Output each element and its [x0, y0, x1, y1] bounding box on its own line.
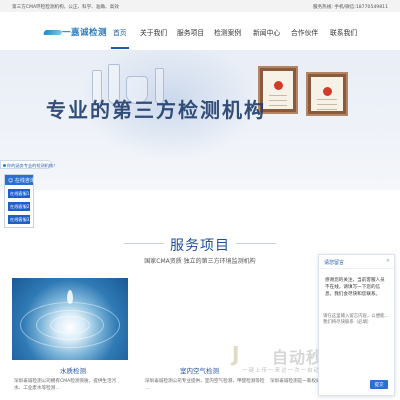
badge-dot-icon — [2, 163, 6, 167]
online-service-button-2[interactable]: 在线客服2 — [8, 202, 30, 211]
nav-item-partners[interactable]: 合作伙伴 — [291, 27, 318, 37]
service-card-description: 深圳泰诚检测公司拥有CMA检测资质，提供生活污 水、工业废水等检测... — [14, 378, 116, 392]
services-section-title: 服务项目 — [170, 238, 230, 254]
service-card-description: 深圳泰诚检测是一家权威 — [270, 378, 321, 385]
national-emblem-icon — [273, 81, 283, 90]
leave-message-popup: 请您留言 × 感谢您的关注，当前客服人员不在线，请填写一下您的信息，我们会尽快和… — [318, 254, 395, 396]
desc-line: 深圳泰诚检测公司拥有CMA检测资质，提供生活污 — [14, 379, 117, 384]
online-consult-panel: ☺ 在线咨询 在线客服1 在线客服2 在线客服3 — [4, 174, 35, 228]
chat-title: 请您留言 — [324, 260, 345, 266]
top-info-bar: 第三方CMA环检检测机构，公正、科学、准确、高效 服务热线: 手机/微信:187… — [0, 0, 400, 12]
active-nav-indicator — [111, 47, 129, 49]
service-card-title[interactable]: 水质检测 — [60, 365, 86, 375]
watermark-logo-icon: J — [232, 342, 240, 366]
chat-header: 请您留言 — [319, 255, 394, 269]
desc-line: 深圳泰诚检测公司专业提供，室内空气检测，甲醛检测等检 — [145, 379, 265, 384]
slogan-text: 第三方CMA环检检测机构，公正、科学、准确、高效 — [12, 4, 119, 10]
certificate-image — [306, 72, 348, 116]
side-slogan-badge[interactable]: 你的涵务专业的检测机构！ — [0, 160, 57, 169]
online-service-button-3[interactable]: 在线客服3 — [8, 215, 30, 224]
online-service-button-1[interactable]: 在线客服1 — [8, 189, 30, 198]
national-emblem-icon — [322, 87, 332, 96]
consult-icon: ☺ — [8, 178, 14, 184]
service-card-title[interactable]: 室内空气检测 — [180, 365, 219, 375]
nav-item-contact[interactable]: 联系我们 — [330, 27, 357, 37]
desc-line: 水、工业废水等检测... — [14, 386, 60, 391]
consult-title: 在线咨询 — [14, 178, 35, 184]
nav-item-about[interactable]: 关于我们 — [140, 27, 167, 37]
hero-banner: 专业的第三方检测机构 — [0, 50, 400, 190]
water-testing-image[interactable] — [12, 278, 128, 360]
title-divider-right — [236, 243, 276, 244]
water-drop-icon — [67, 290, 73, 304]
nav-item-services[interactable]: 服务项目 — [177, 27, 204, 37]
submit-message-button[interactable]: 提交 — [370, 380, 388, 389]
banner-headline: 专业的第三方检测机构 — [46, 98, 266, 122]
desc-line: 深圳泰诚检测是一家权威 — [270, 379, 321, 384]
nav-item-home[interactable]: 首页 — [113, 27, 127, 37]
consult-panel-header: ☺ 在线咨询 — [5, 175, 35, 185]
service-card-description: 深圳泰诚检测公司专业提供，室内空气检测，甲醛检测等检 ... — [145, 378, 264, 392]
logo-text: 一嘉诚检测 — [62, 28, 108, 38]
chat-offline-message: 感谢您的关注，当前客服人员不在线，请填写一下您的信息，我们会尽快和您联系。 — [325, 278, 385, 297]
close-icon[interactable]: × — [386, 258, 390, 264]
nav-item-news[interactable]: 新闻中心 — [253, 27, 280, 37]
side-badge-text: 你的涵务专业的检测机构！ — [7, 162, 58, 168]
main-navbar: 一嘉诚检测 首页 关于我们 服务项目 检测案例 新闻中心 合作伙伴 联系我们 — [0, 12, 400, 50]
site-logo[interactable]: 一嘉诚检测 — [42, 26, 107, 38]
desc-line: ... — [145, 386, 150, 391]
hotline-text: 服务热线: 手机/微信:18770549811 — [312, 4, 388, 10]
message-input[interactable] — [323, 313, 391, 377]
nav-item-cases[interactable]: 检测案例 — [214, 27, 241, 37]
logo-mark-icon — [42, 30, 64, 35]
